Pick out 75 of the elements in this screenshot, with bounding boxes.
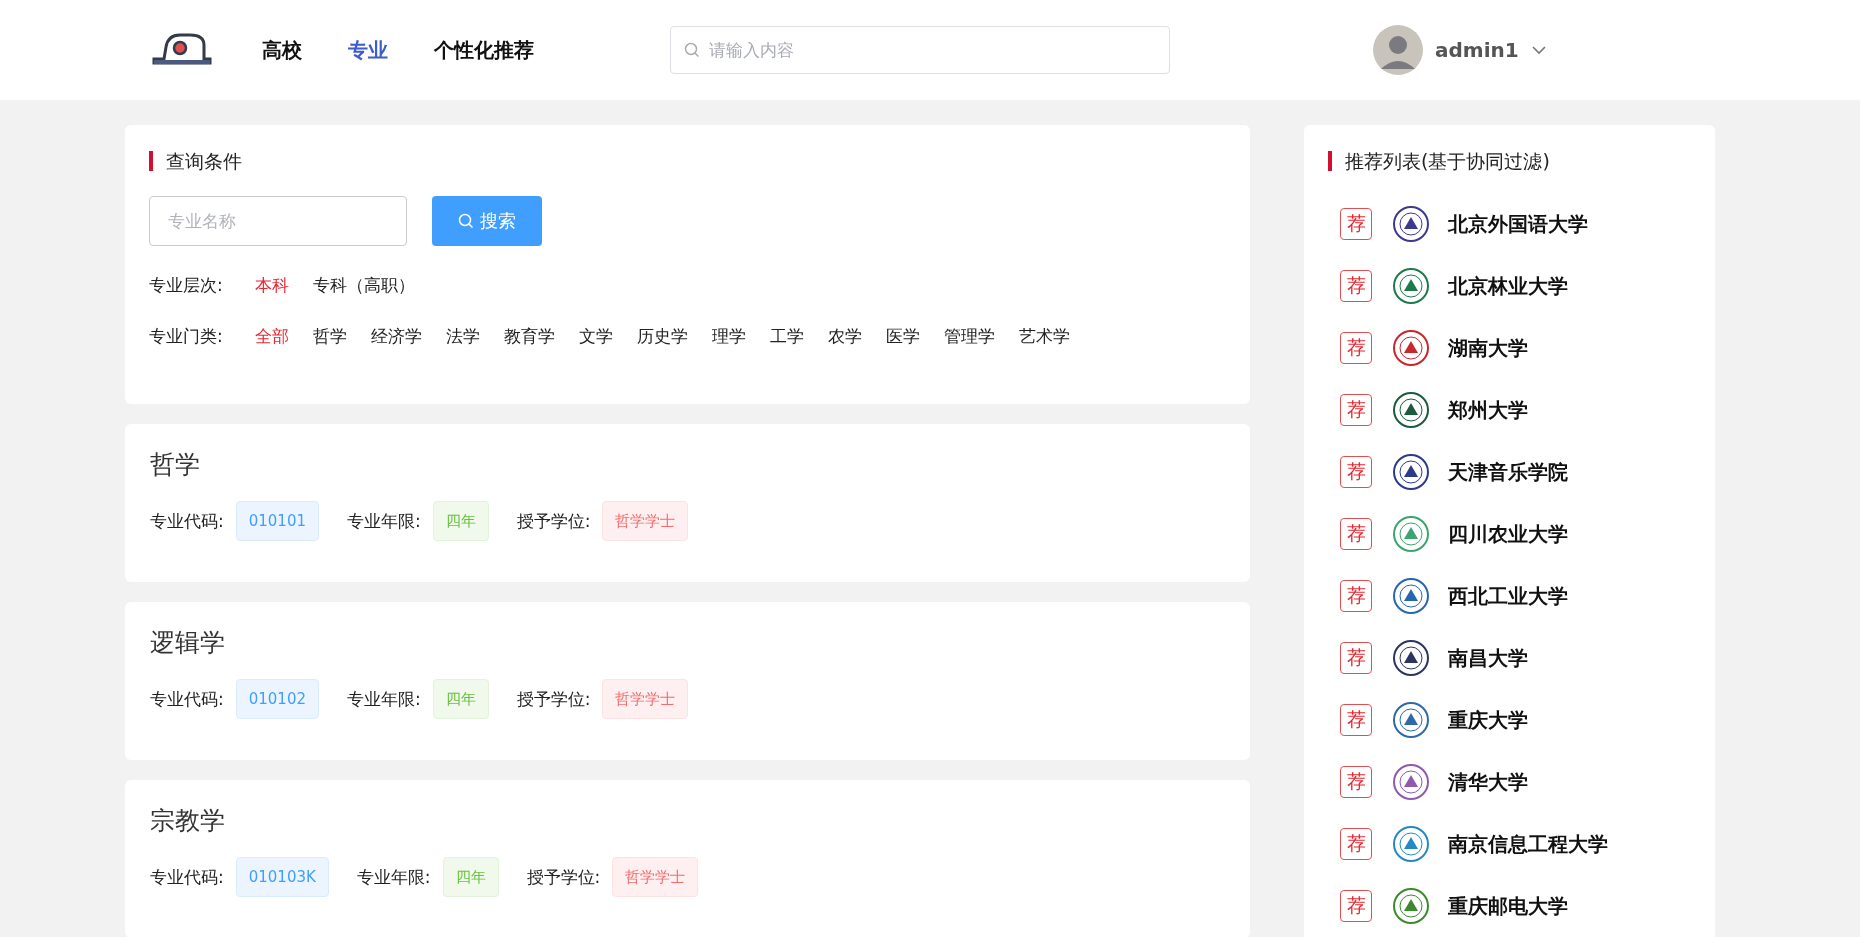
category-option[interactable]: 文学 <box>578 325 613 348</box>
nav-link[interactable]: 高校 <box>262 36 302 64</box>
category-option[interactable]: 管理学 <box>943 325 995 348</box>
category-option[interactable]: 哲学 <box>312 325 347 348</box>
university-link[interactable]: 清华大学 <box>1448 768 1528 796</box>
code-tag: 010102 <box>235 679 319 719</box>
recommend-badge: 荐 <box>1340 332 1372 364</box>
filter-label: 专业层次: <box>149 274 223 297</box>
category-option[interactable]: 全部 <box>254 325 289 348</box>
field-label: 专业年限: <box>347 687 421 711</box>
university-link[interactable]: 重庆大学 <box>1448 706 1528 734</box>
field-label: 专业代码: <box>150 865 224 889</box>
category-option[interactable]: 工学 <box>769 325 804 348</box>
university-link[interactable]: 北京林业大学 <box>1448 272 1568 300</box>
caret-icon[interactable] <box>1530 45 1547 55</box>
university-link[interactable]: 天津音乐学院 <box>1448 458 1568 486</box>
recommend-badge: 荐 <box>1340 828 1372 860</box>
field-label: 专业代码: <box>150 687 224 711</box>
code-tag: 010103K <box>235 857 329 897</box>
university-link[interactable]: 重庆邮电大学 <box>1448 892 1568 920</box>
major-name: 哲学 <box>150 449 201 481</box>
university-link[interactable]: 南昌大学 <box>1448 644 1528 672</box>
university-link[interactable]: 南京信息工程大学 <box>1448 830 1608 858</box>
avatar-icon[interactable] <box>1373 25 1423 75</box>
nav-link[interactable]: 个性化推荐 <box>434 36 534 64</box>
recommend-badge: 荐 <box>1340 890 1372 922</box>
recommend-badge: 荐 <box>1340 704 1372 736</box>
code-tag: 010101 <box>235 501 319 541</box>
field-label: 授予学位: <box>516 687 591 711</box>
field-label: 专业代码: <box>150 509 224 533</box>
major-name: 逻辑学 <box>150 627 226 659</box>
recommend-badge: 荐 <box>1340 456 1372 488</box>
section-title: 推荐列表(基于协同过滤) <box>1328 151 1691 171</box>
search-icon <box>684 42 700 58</box>
category-option[interactable]: 法学 <box>445 325 480 348</box>
recommend-badge: 荐 <box>1340 518 1372 550</box>
years-tag: 四年 <box>432 501 489 541</box>
filter-label: 专业门类: <box>149 325 223 348</box>
category-option[interactable]: 理学 <box>711 325 746 348</box>
field-label: 授予学位: <box>516 509 591 533</box>
username[interactable]: admin1 <box>1435 38 1519 62</box>
recommend-badge: 荐 <box>1340 394 1372 426</box>
category-option[interactable]: 经济学 <box>370 325 422 348</box>
category-option[interactable]: 医学 <box>885 325 920 348</box>
category-option[interactable]: 教育学 <box>503 325 555 348</box>
degree-tag: 哲学学士 <box>602 679 689 719</box>
degree-tag: 哲学学士 <box>602 501 689 541</box>
nav-link[interactable]: 专业 <box>348 36 388 64</box>
field-label: 专业年限: <box>356 865 431 889</box>
recommend-badge: 荐 <box>1340 766 1372 798</box>
university-link[interactable]: 北京外国语大学 <box>1448 210 1588 238</box>
search-field[interactable]: 请输入内容 <box>670 26 1170 74</box>
section-title: 查询条件 <box>149 151 1226 171</box>
level-option[interactable]: 专科（高职） <box>312 274 415 297</box>
category-option[interactable]: 艺术学 <box>1018 325 1070 348</box>
recommend-badge: 荐 <box>1340 642 1372 674</box>
university-link[interactable]: 郑州大学 <box>1448 396 1528 424</box>
university-link[interactable]: 四川农业大学 <box>1448 520 1568 548</box>
cap-logo-icon <box>150 33 214 67</box>
major-name: 宗教学 <box>150 805 226 837</box>
recommend-badge: 荐 <box>1340 270 1372 302</box>
category-option[interactable]: 农学 <box>827 325 862 348</box>
university-link[interactable]: 湖南大学 <box>1448 334 1528 362</box>
university-link[interactable]: 西北工业大学 <box>1448 582 1568 610</box>
category-option[interactable]: 历史学 <box>636 325 688 348</box>
level-option[interactable]: 本科 <box>254 274 289 297</box>
degree-tag: 哲学学士 <box>612 857 699 897</box>
recommend-badge: 荐 <box>1340 580 1372 612</box>
search-icon <box>458 213 474 229</box>
years-tag: 四年 <box>432 679 489 719</box>
years-tag: 四年 <box>442 857 499 897</box>
field-label: 专业年限: <box>347 509 421 533</box>
recommend-badge: 荐 <box>1340 208 1372 240</box>
major-name-field[interactable]: 专业名称 <box>149 196 407 246</box>
field-label: 授予学位: <box>526 865 601 889</box>
